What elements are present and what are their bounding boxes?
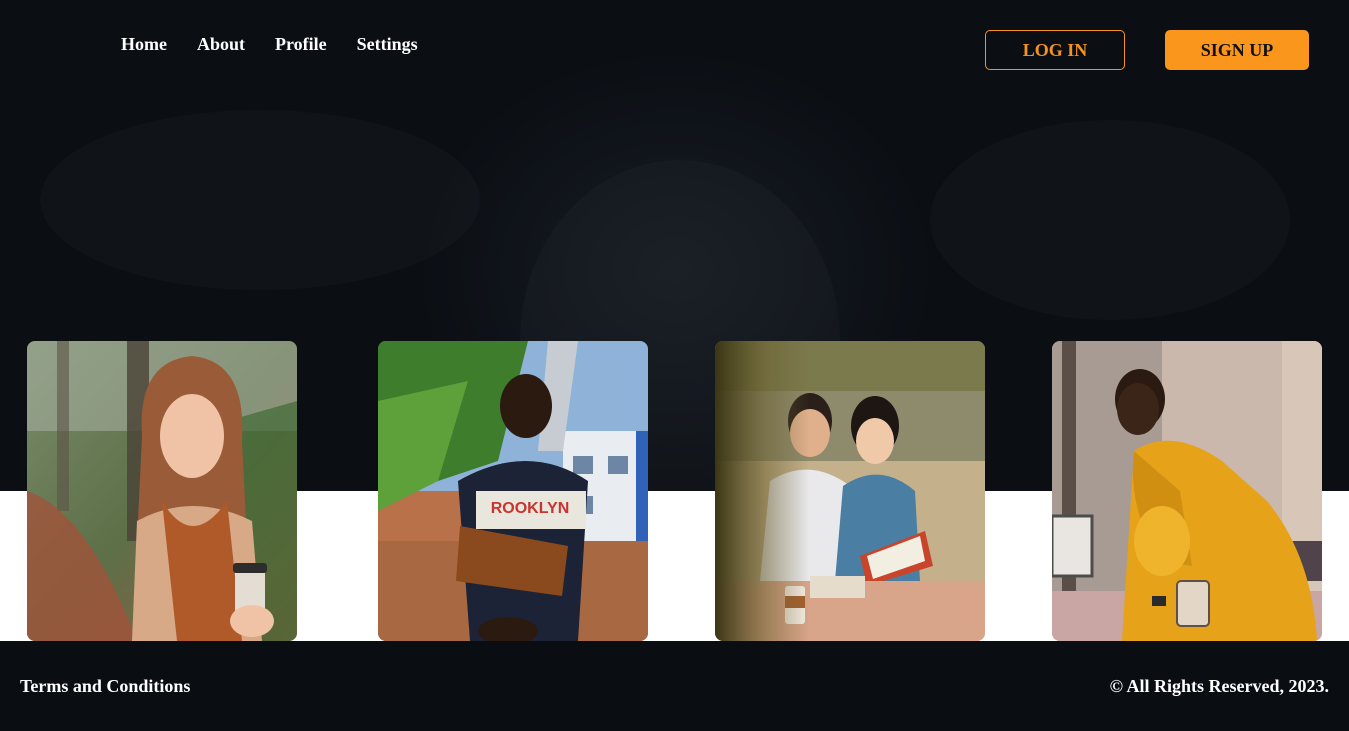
photo-woman-scarf <box>27 341 297 641</box>
gallery-photo-couple-reading[interactable] <box>715 341 985 641</box>
gallery-photo-man-bag[interactable]: ROOKLYN <box>378 341 648 641</box>
footer: Terms and Conditions © All Rights Reserv… <box>0 641 1349 731</box>
hero-background-foliage <box>40 110 480 290</box>
copyright-text: © All Rights Reserved, 2023. <box>1109 676 1329 696</box>
main-nav: Home About Profile Settings <box>121 34 418 55</box>
gallery-photo-woman-yellow[interactable] <box>1052 341 1322 641</box>
hero-background-foliage-right <box>930 120 1290 320</box>
terms-link[interactable]: Terms and Conditions <box>20 676 190 697</box>
nav-about[interactable]: About <box>197 34 245 55</box>
nav-settings[interactable]: Settings <box>357 34 418 55</box>
signup-button[interactable]: SIGN UP <box>1165 30 1309 70</box>
photo-couple-reading <box>715 341 985 641</box>
login-button[interactable]: LOG IN <box>985 30 1125 70</box>
svg-text:ROOKLYN: ROOKLYN <box>491 500 570 517</box>
photo-man-bag: ROOKLYN <box>378 341 648 641</box>
nav-home[interactable]: Home <box>121 34 167 55</box>
photo-woman-yellow <box>1052 341 1322 641</box>
gallery-photo-woman-scarf[interactable] <box>27 341 297 641</box>
nav-profile[interactable]: Profile <box>275 34 327 55</box>
